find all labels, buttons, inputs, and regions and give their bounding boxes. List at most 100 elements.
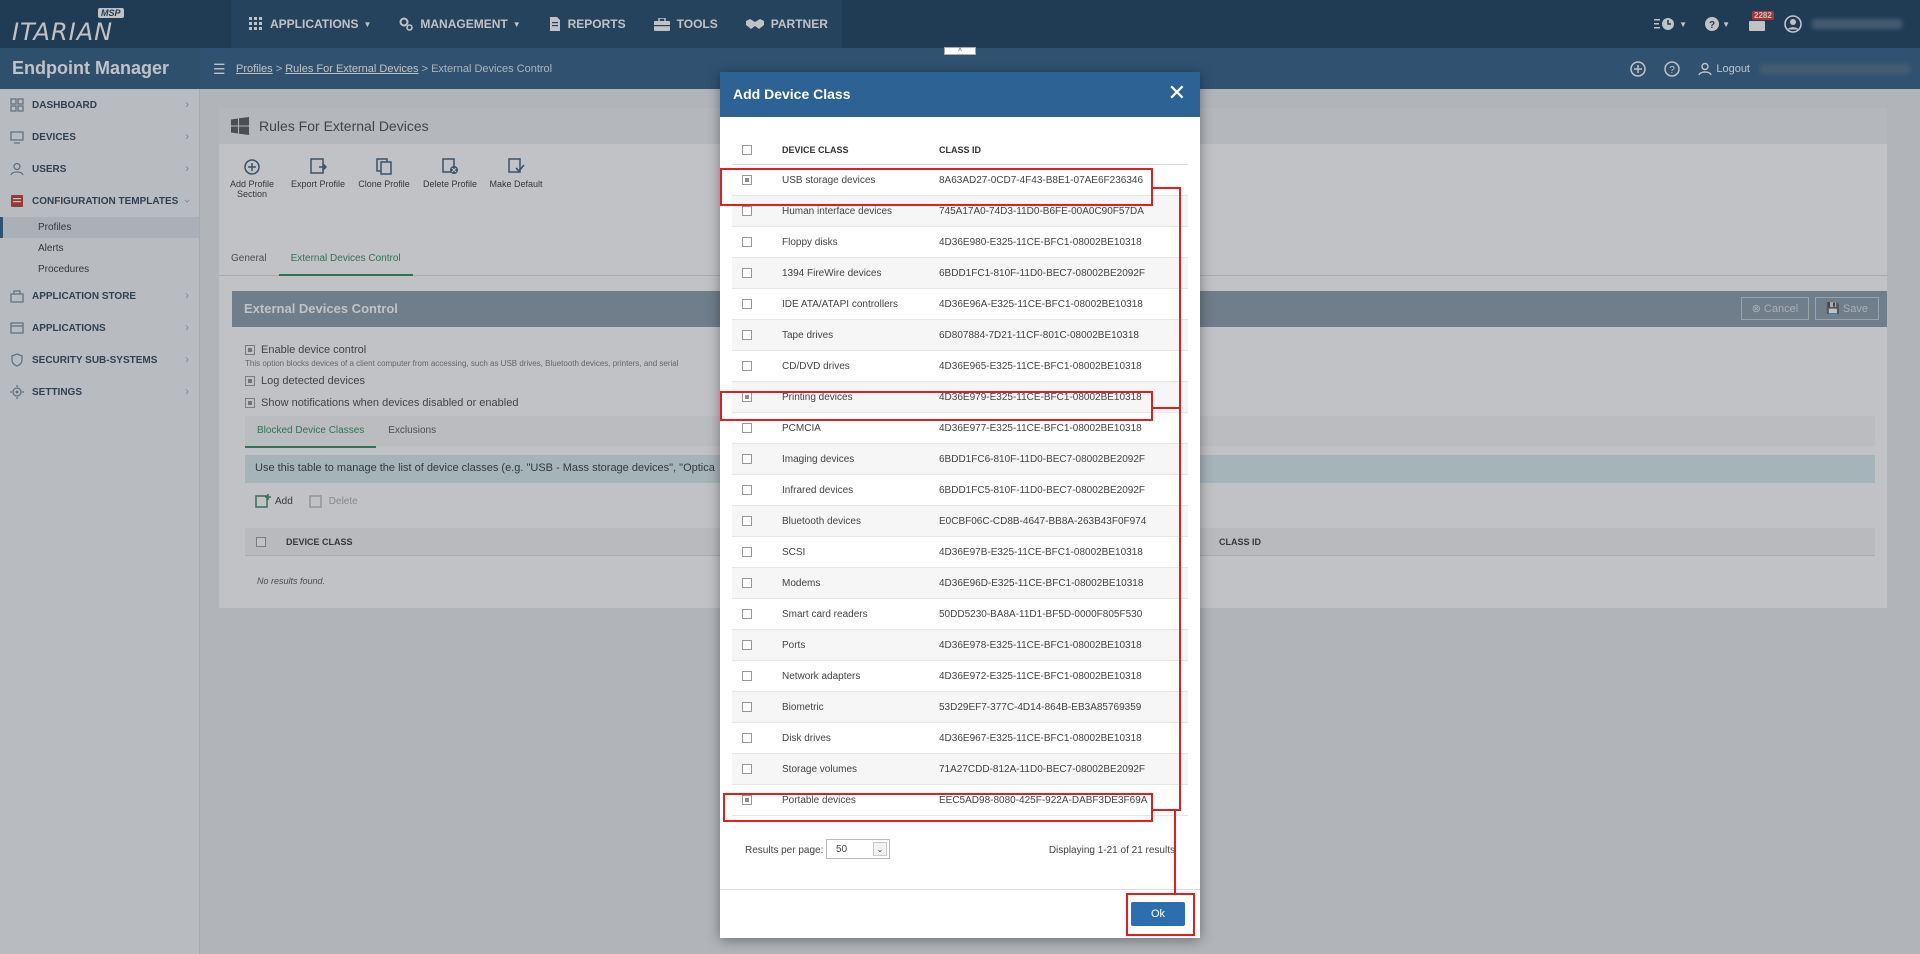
- row-checkbox[interactable]: [742, 640, 752, 650]
- dialog-header: Add Device Class ✕: [720, 72, 1200, 117]
- close-icon[interactable]: ✕: [1168, 82, 1186, 104]
- class-id: 71A27CDD-812A-11D0-BEC7-08002BE2092F: [939, 763, 1146, 775]
- table-row[interactable]: USB storage devices 8A63AD27-0CD7-4F43-B8…: [732, 165, 1188, 196]
- table-row[interactable]: 1394 FireWire devices 6BDD1FC1-810F-11D0-…: [732, 258, 1188, 289]
- device-class-name: 1394 FireWire devices: [782, 267, 882, 279]
- table-row[interactable]: PCMCIA 4D36E977-E325-11CE-BFC1-08002BE103…: [732, 413, 1188, 444]
- select-all-checkbox[interactable]: [742, 145, 752, 155]
- row-checkbox[interactable]: [742, 795, 752, 805]
- device-class-name: Portable devices: [782, 794, 856, 806]
- ok-button[interactable]: Ok: [1131, 902, 1185, 926]
- column-device-class: DEVICE CLASS: [782, 144, 849, 155]
- device-class-name: PCMCIA: [782, 422, 821, 434]
- device-class-name: IDE ATA/ATAPI controllers: [782, 298, 898, 310]
- class-id: 4D36E980-E325-11CE-BFC1-08002BE10318: [939, 236, 1142, 248]
- device-class-name: Storage volumes: [782, 763, 858, 775]
- class-id: 6BDD1FC5-810F-11D0-BEC7-08002BE2092F: [939, 484, 1146, 496]
- device-class-name: Printing devices: [782, 391, 853, 403]
- pagination: Results per page: 50 ⌄ Displaying 1-21 o…: [745, 839, 1175, 861]
- class-id: 745A17A0-74D3-11D0-B6FE-00A0C90F57DA: [939, 205, 1144, 217]
- device-class-name: Ports: [782, 639, 806, 651]
- row-checkbox[interactable]: [742, 764, 752, 774]
- class-id: 6BDD1FC1-810F-11D0-BEC7-08002BE2092F: [939, 267, 1146, 279]
- table-row[interactable]: Printing devices 4D36E979-E325-11CE-BFC1-…: [732, 382, 1188, 413]
- device-class-name: Network adapters: [782, 670, 861, 682]
- device-class-name: Floppy disks: [782, 236, 838, 248]
- table-row[interactable]: Biometric 53D29EF7-377C-4D14-864B-EB3A857…: [732, 692, 1188, 723]
- table-row[interactable]: Infrared devices 6BDD1FC5-810F-11D0-BEC7-…: [732, 475, 1188, 506]
- table-row[interactable]: Tape drives 6D807884-7D21-11CF-801C-08002…: [732, 320, 1188, 351]
- class-id: 6D807884-7D21-11CF-801C-08002BE10318: [939, 329, 1139, 341]
- class-id: 50DD5230-BA8A-11D1-BF5D-0000F805F530: [939, 608, 1143, 620]
- row-checkbox[interactable]: [742, 733, 752, 743]
- table-row[interactable]: Bluetooth devices E0CBF06C-CD8B-4647-BB8A…: [732, 506, 1188, 537]
- table-row[interactable]: Disk drives 4D36E967-E325-11CE-BFC1-08002…: [732, 723, 1188, 754]
- table-row[interactable]: Network adapters 4D36E972-E325-11CE-BFC1-…: [732, 661, 1188, 692]
- row-checkbox[interactable]: [742, 702, 752, 712]
- row-checkbox[interactable]: [742, 206, 752, 216]
- row-checkbox[interactable]: [742, 237, 752, 247]
- row-checkbox[interactable]: [742, 454, 752, 464]
- row-checkbox[interactable]: [742, 330, 752, 340]
- row-checkbox[interactable]: [742, 175, 752, 185]
- class-id: 4D36E967-E325-11CE-BFC1-08002BE10318: [939, 732, 1142, 744]
- device-class-name: SCSI: [782, 546, 806, 558]
- table-header: DEVICE CLASS CLASS ID: [732, 135, 1188, 165]
- device-class-name: Modems: [782, 577, 821, 589]
- class-id: 8A63AD27-0CD7-4F43-B8E1-07AE6F236346: [939, 174, 1144, 186]
- class-id: EEC5AD98-8080-425F-922A-DABF3DE3F69A: [939, 794, 1148, 806]
- device-class-name: CD/DVD drives: [782, 360, 850, 372]
- row-checkbox[interactable]: [742, 485, 752, 495]
- row-checkbox[interactable]: [742, 609, 752, 619]
- table-row[interactable]: CD/DVD drives 4D36E965-E325-11CE-BFC1-080…: [732, 351, 1188, 382]
- chevron-down-icon: ⌄: [873, 842, 887, 856]
- device-class-table: DEVICE CLASS CLASS ID USB storage device…: [732, 135, 1188, 816]
- class-id: 6BDD1FC6-810F-11D0-BEC7-08002BE2092F: [939, 453, 1146, 465]
- displaying-count: Displaying 1-21 of 21 results: [1048, 845, 1175, 856]
- table-row[interactable]: Portable devices EEC5AD98-8080-425F-922A-…: [732, 785, 1188, 816]
- table-row[interactable]: SCSI 4D36E97B-E325-11CE-BFC1-08002BE10318: [732, 537, 1188, 568]
- row-checkbox[interactable]: [742, 547, 752, 557]
- row-checkbox[interactable]: [742, 578, 752, 588]
- table-row[interactable]: Smart card readers 50DD5230-BA8A-11D1-BF5…: [732, 599, 1188, 630]
- class-id: 4D36E977-E325-11CE-BFC1-08002BE10318: [939, 422, 1142, 434]
- class-id: 4D36E972-E325-11CE-BFC1-08002BE10318: [939, 670, 1142, 682]
- class-id: E0CBF06C-CD8B-4647-BB8A-263B43F0F974: [939, 515, 1147, 527]
- dialog-footer: Ok: [720, 889, 1200, 938]
- table-row[interactable]: Storage volumes 71A27CDD-812A-11D0-BEC7-0…: [732, 754, 1188, 785]
- row-checkbox[interactable]: [742, 299, 752, 309]
- dialog-title: Add Device Class: [733, 86, 851, 102]
- class-id: 4D36E97B-E325-11CE-BFC1-08002BE10318: [939, 546, 1143, 558]
- table-row[interactable]: Ports 4D36E978-E325-11CE-BFC1-08002BE1031…: [732, 630, 1188, 661]
- table-row[interactable]: Human interface devices 745A17A0-74D3-11D…: [732, 196, 1188, 227]
- class-id: 4D36E978-E325-11CE-BFC1-08002BE10318: [939, 639, 1142, 651]
- device-class-name: Imaging devices: [782, 453, 855, 465]
- device-class-name: Biometric: [782, 701, 824, 713]
- row-checkbox[interactable]: [742, 423, 752, 433]
- table-row[interactable]: Floppy disks 4D36E980-E325-11CE-BFC1-0800…: [732, 227, 1188, 258]
- table-row[interactable]: Imaging devices 6BDD1FC6-810F-11D0-BEC7-0…: [732, 444, 1188, 475]
- class-id: 4D36E965-E325-11CE-BFC1-08002BE10318: [939, 360, 1142, 372]
- row-checkbox[interactable]: [742, 516, 752, 526]
- class-id: 4D36E979-E325-11CE-BFC1-08002BE10318: [939, 391, 1142, 403]
- column-class-id: CLASS ID: [939, 144, 982, 155]
- row-checkbox[interactable]: [742, 361, 752, 371]
- device-class-name: Smart card readers: [782, 608, 868, 620]
- results-per-page-label: Results per page:: [745, 845, 824, 856]
- device-class-name: Human interface devices: [782, 205, 893, 217]
- collapse-handle[interactable]: ˄: [944, 47, 976, 55]
- class-id: 53D29EF7-377C-4D14-864B-EB3A85769359: [939, 701, 1142, 713]
- results-per-page-value: 50: [836, 844, 848, 855]
- device-class-name: Disk drives: [782, 732, 831, 744]
- row-checkbox[interactable]: [742, 268, 752, 278]
- row-checkbox[interactable]: [742, 671, 752, 681]
- device-class-name: Tape drives: [782, 329, 834, 341]
- class-id: 4D36E96D-E325-11CE-BFC1-08002BE10318: [939, 577, 1144, 589]
- row-checkbox[interactable]: [742, 392, 752, 402]
- device-class-name: USB storage devices: [782, 174, 876, 186]
- results-per-page-select[interactable]: 50 ⌄: [826, 839, 890, 859]
- device-class-name: Bluetooth devices: [782, 515, 861, 527]
- device-class-name: Infrared devices: [782, 484, 854, 496]
- table-row[interactable]: IDE ATA/ATAPI controllers 4D36E96A-E325-1…: [732, 289, 1188, 320]
- table-row[interactable]: Modems 4D36E96D-E325-11CE-BFC1-08002BE103…: [732, 568, 1188, 599]
